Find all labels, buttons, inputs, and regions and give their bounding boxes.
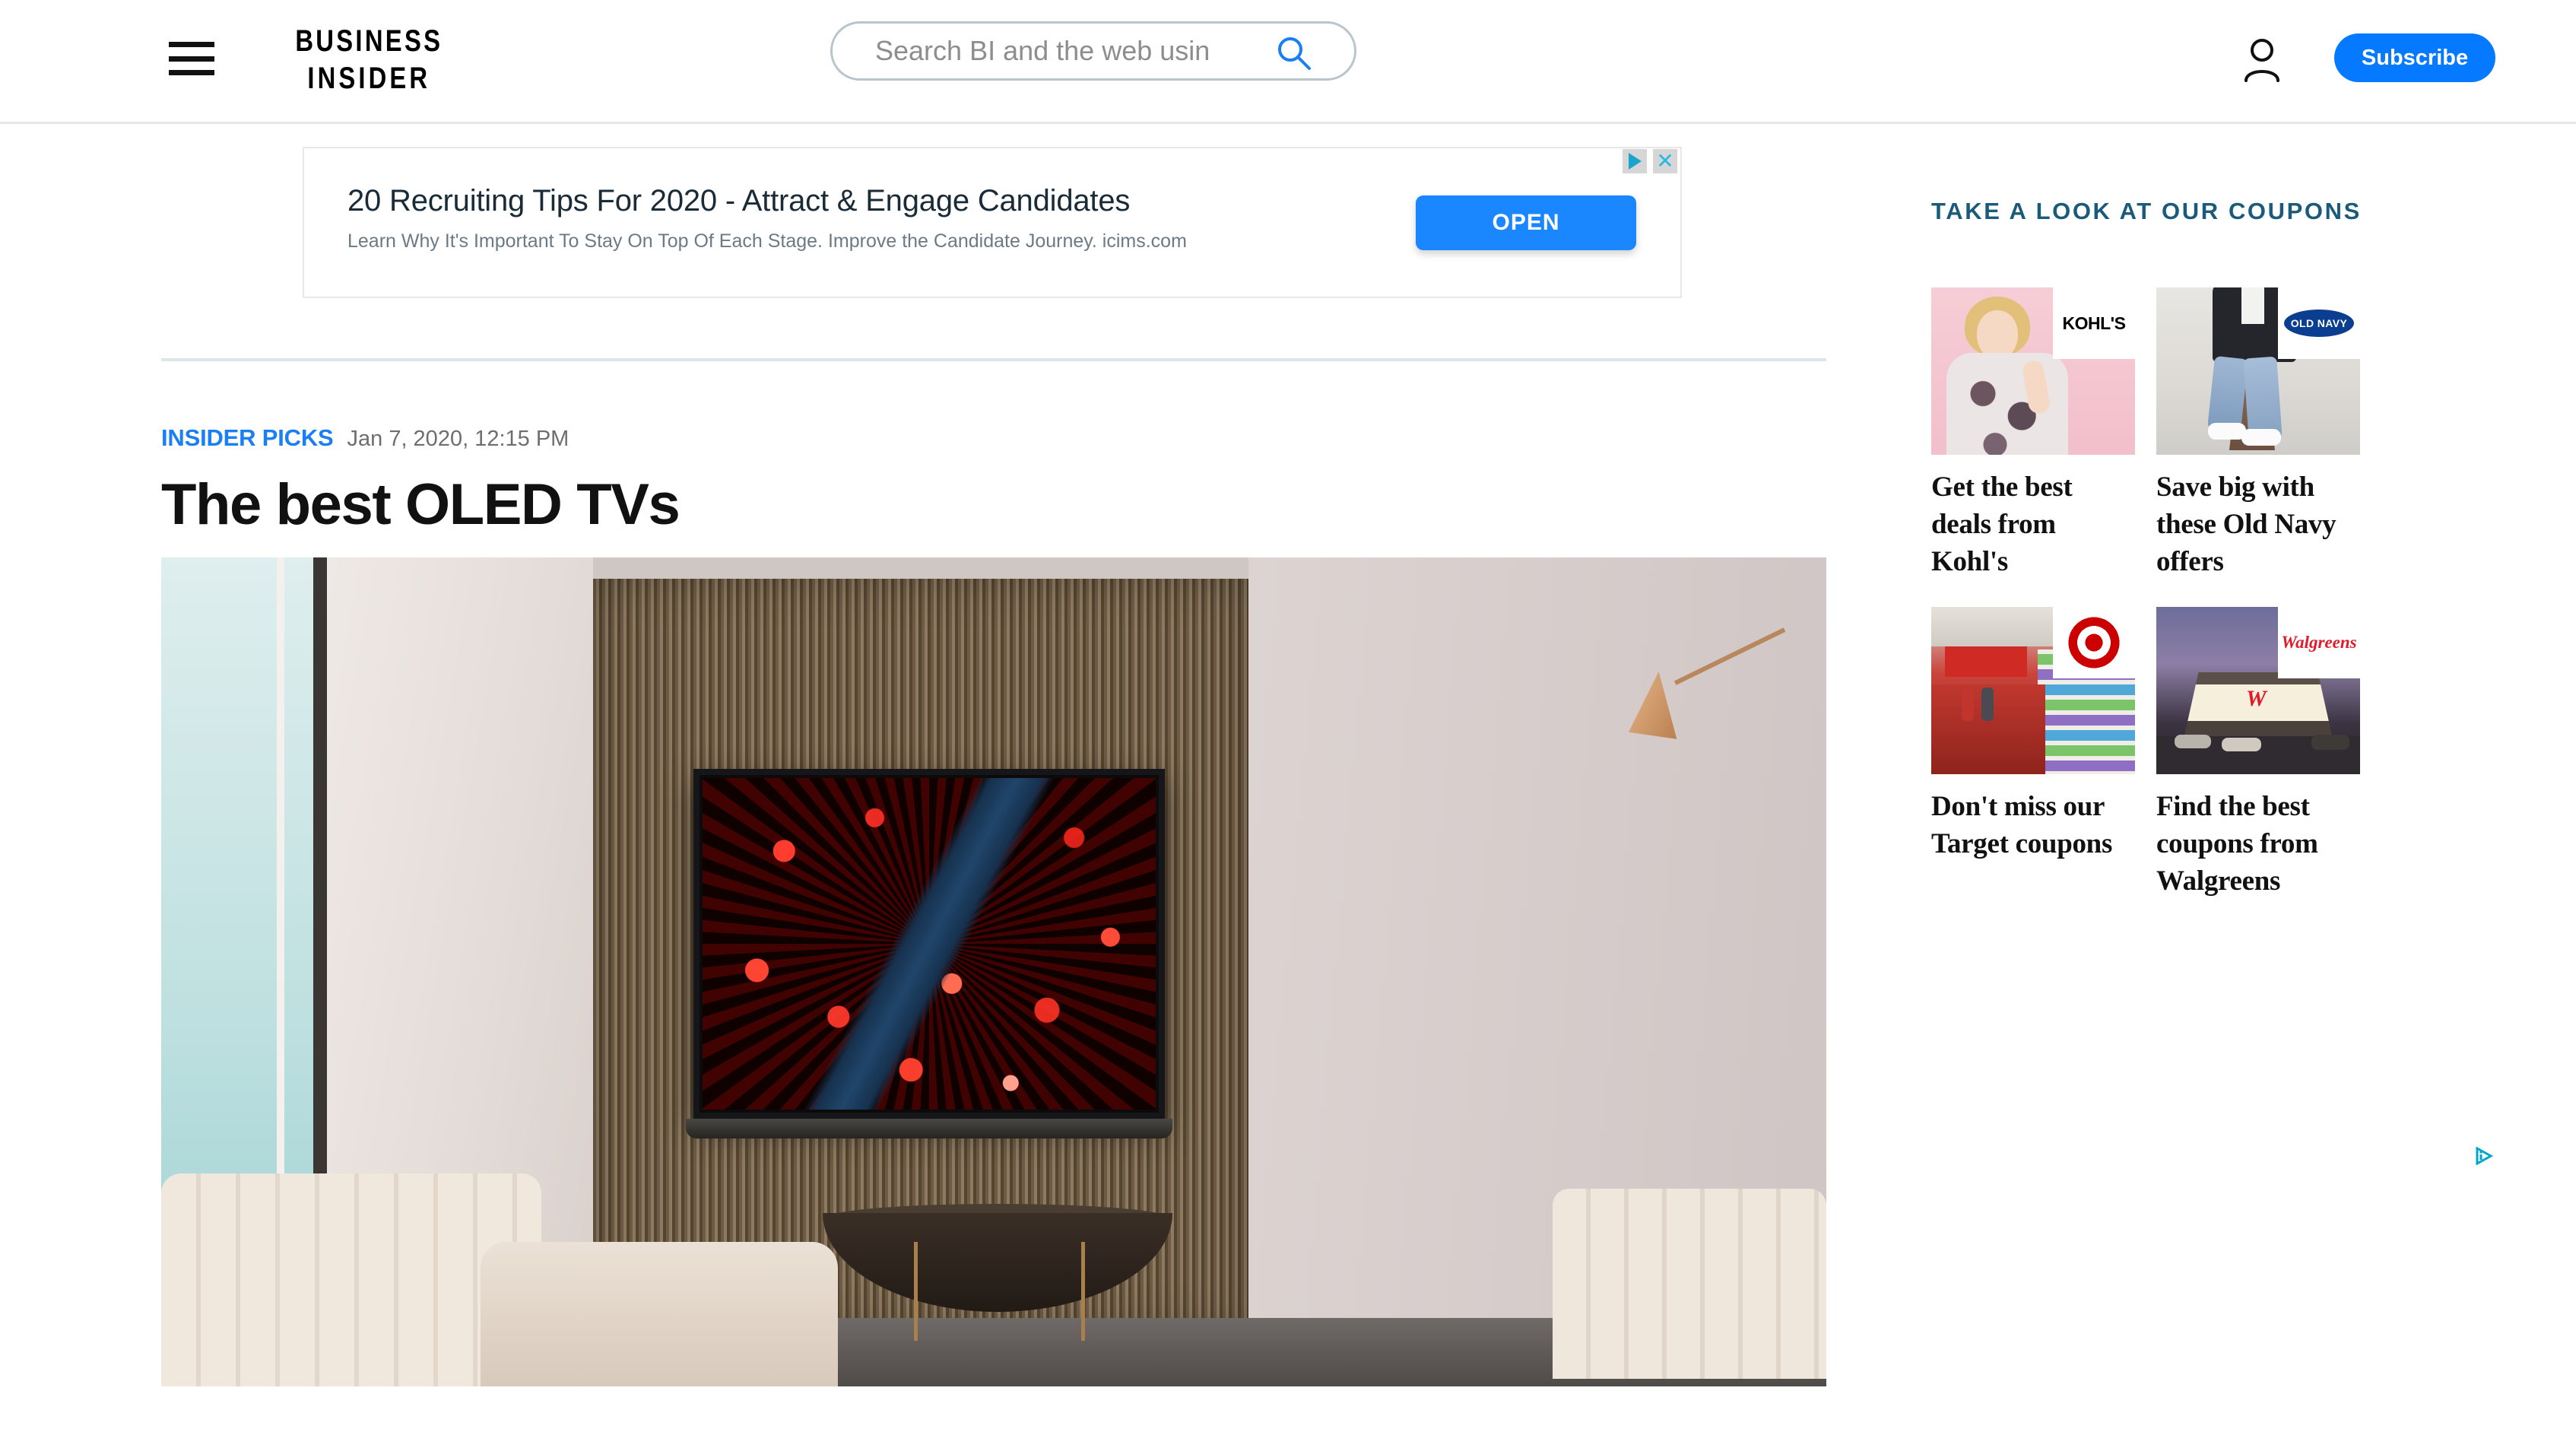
walgreens-w-sign: W (2246, 685, 2267, 711)
car (2311, 734, 2349, 750)
old-navy-logo: OLD NAVY (2278, 287, 2360, 359)
coupons-section-title: TAKE A LOOK AT OUR COUPONS (1931, 198, 2362, 224)
walgreens-logo-text: Walgreens (2281, 632, 2357, 652)
hamburger-menu-icon[interactable] (169, 42, 214, 75)
article-kicker[interactable]: INSIDER PICKS (161, 424, 334, 452)
coupon-label[interactable]: Get the best deals from Kohl's (1931, 468, 2135, 581)
ad-headline[interactable]: 20 Recruiting Tips For 2020 - Attract & … (347, 184, 1130, 218)
model-face (1977, 310, 2018, 359)
oled-television (693, 769, 1165, 1119)
coupon-thumbnail[interactable]: OLD NAVY (2156, 287, 2360, 455)
search-icon[interactable] (1275, 34, 1312, 71)
old-navy-logo-text: OLD NAVY (2284, 310, 2354, 337)
advertisement-banner[interactable]: ✕ 20 Recruiting Tips For 2020 - Attract … (303, 147, 1682, 298)
ottoman (481, 1242, 838, 1386)
coupon-label[interactable]: Save big with these Old Navy offers (2156, 468, 2360, 581)
coupon-label[interactable]: Don't miss our Target coupons (1931, 788, 2135, 862)
article-timestamp: Jan 7, 2020, 12:15 PM (347, 427, 569, 451)
car (2222, 737, 2261, 751)
model-shoe-right (2241, 429, 2281, 446)
business-insider-logo[interactable]: BUSINESS INSIDER (266, 23, 472, 97)
walgreens-logo: Walgreens (2278, 606, 2360, 678)
adchoices-icon[interactable] (2474, 1147, 2494, 1165)
coupon-card-kohls[interactable]: KOHL'S Get the best deals from Kohl's (1931, 287, 2156, 581)
tv-screen-content (703, 778, 1156, 1110)
coupon-thumbnail[interactable] (1931, 606, 2135, 774)
page-title: The best OLED TVs (161, 472, 680, 537)
article-hero-image (161, 557, 1826, 1386)
section-divider (161, 358, 1826, 361)
coupon-label[interactable]: Find the best coupons from Walgreens (2156, 788, 2360, 900)
coupon-thumbnail[interactable]: KOHL'S (1931, 287, 2135, 455)
kohls-logo: KOHL'S (2053, 287, 2135, 359)
logo-line-1: BUSINESS (295, 24, 443, 58)
adchoices-icon[interactable] (1623, 149, 1647, 173)
ad-description: Learn Why It's Important To Stay On Top … (347, 230, 1187, 252)
shopper (1981, 687, 1994, 721)
article-meta: INSIDER PICKS Jan 7, 2020, 12:15 PM (161, 424, 569, 452)
table-leg (914, 1242, 918, 1341)
target-logo (2053, 606, 2135, 678)
sofa-right (1553, 1189, 1826, 1379)
hamburger-line (169, 42, 214, 47)
hamburger-line (169, 56, 214, 62)
search-input[interactable] (875, 35, 1271, 67)
store-banner (1945, 646, 2027, 677)
model-floral-dress (1946, 353, 2068, 455)
kohls-logo-text: KOHL'S (2062, 313, 2126, 333)
hamburger-line (169, 70, 214, 75)
close-glyph: ✕ (1656, 149, 1674, 173)
adchoices-triangle (1628, 153, 1642, 170)
tv-soundbar (686, 1119, 1172, 1138)
coupon-card-target[interactable]: Don't miss our Target coupons (1931, 606, 2156, 900)
shopper (1962, 685, 1974, 721)
account-person-icon[interactable] (2240, 35, 2284, 82)
model-shoe-left (2208, 423, 2246, 440)
logo-line-2: INSIDER (307, 62, 431, 95)
close-x-icon[interactable]: ✕ (1653, 149, 1677, 173)
ad-open-button[interactable]: OPEN (1416, 195, 1636, 250)
model-jeans-right (2243, 356, 2283, 441)
model-shirt (2241, 287, 2264, 324)
car (2175, 734, 2211, 748)
site-header: BUSINESS INSIDER Subscribe (0, 0, 2576, 124)
table-leg (1081, 1242, 1085, 1341)
coupon-grid: KOHL'S Get the best deals from Kohl's OL… (1931, 287, 2360, 900)
coupon-card-walgreens[interactable]: W Walgreens Find the best coupons from W… (2156, 606, 2381, 900)
target-bullseye-icon (2066, 614, 2122, 671)
coupon-card-old-navy[interactable]: OLD NAVY Save big with these Old Navy of… (2156, 287, 2381, 581)
subscribe-button[interactable]: Subscribe (2334, 33, 2495, 82)
coupons-sidebar: TAKE A LOOK AT OUR COUPONS KOHL'S Get th… (1931, 198, 2463, 897)
search-bar[interactable] (830, 21, 1356, 81)
coupon-thumbnail[interactable]: W Walgreens (2156, 606, 2360, 774)
